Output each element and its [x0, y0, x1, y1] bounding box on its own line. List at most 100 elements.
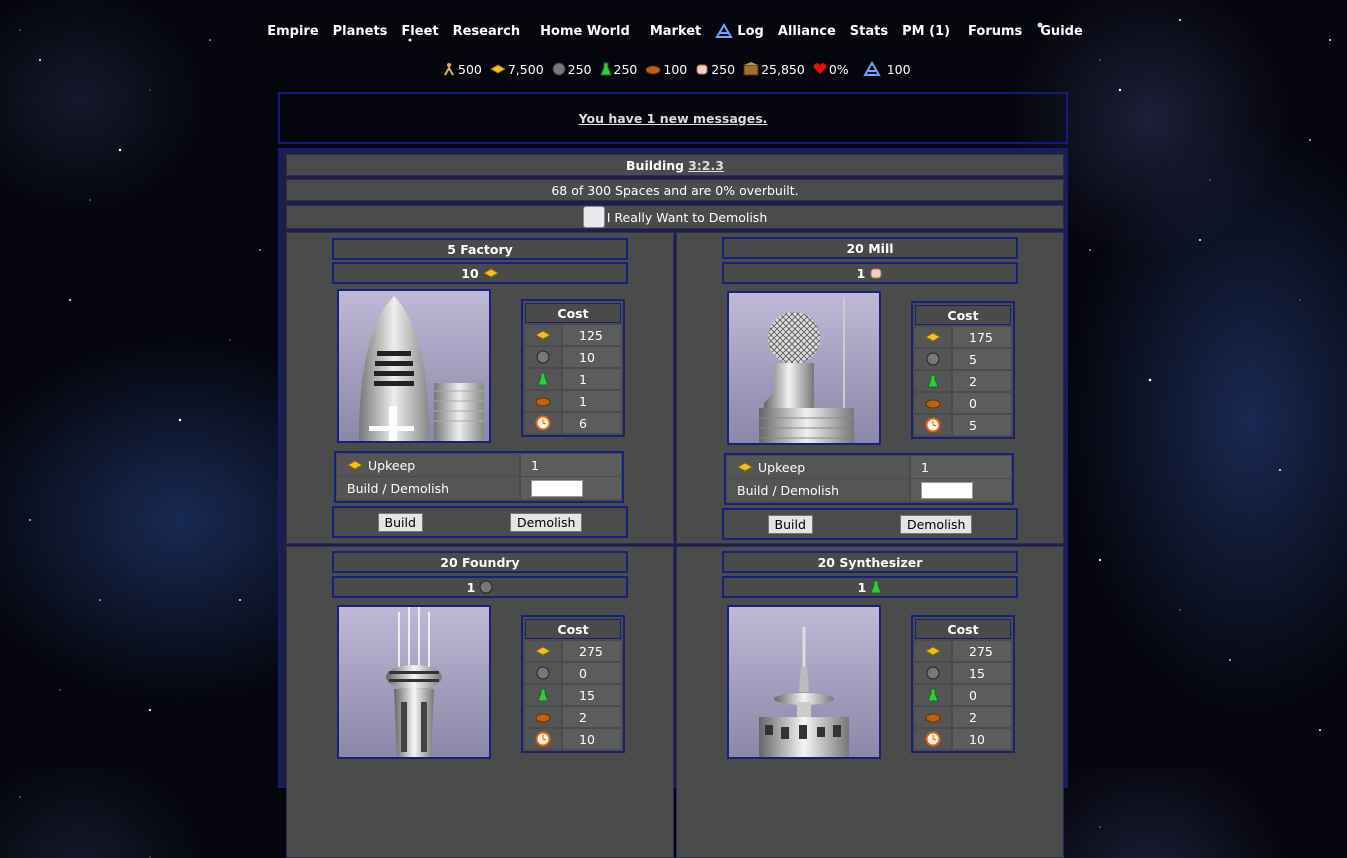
building-name: 20 Mill	[722, 237, 1018, 259]
build-demolish-input[interactable]	[921, 481, 973, 499]
foundry-image	[337, 605, 491, 759]
food-icon	[925, 399, 941, 409]
building-coords-link[interactable]: 3:2.3	[688, 158, 724, 173]
chemical-icon	[927, 688, 939, 702]
food-icon	[535, 397, 551, 407]
cost-row-food: 2	[525, 707, 621, 727]
resource-storage: 25,850	[743, 62, 805, 77]
credits-icon	[535, 646, 551, 656]
credits-icon	[737, 462, 753, 472]
cost-row-ore: 5	[915, 349, 1011, 369]
credits-icon	[347, 460, 363, 470]
building-produce: 1	[332, 576, 628, 598]
ore-icon	[926, 352, 940, 366]
nav-home-world[interactable]: Home World	[533, 16, 637, 46]
cost-table: Cost 175 5 2 0 5	[911, 301, 1015, 439]
building-card-factory: 5 Factory 10 Cost 125 10 1 1 6 Upkeep 1 B…	[286, 232, 674, 544]
build-demolish-label: Build / Demolish	[337, 477, 519, 499]
cost-row-credits: 275	[915, 641, 1011, 661]
synthesizer-image	[727, 605, 881, 759]
credits-icon	[489, 64, 506, 74]
ore-icon	[479, 580, 493, 594]
credits-icon	[482, 268, 499, 278]
build-demolish-label: Build / Demolish	[727, 479, 909, 501]
building-title-bar: Building 3:2.3	[286, 154, 1064, 176]
nav-alliance[interactable]: Alliance	[771, 16, 843, 46]
action-buttons: Build Demolish	[722, 508, 1018, 540]
nav-stats[interactable]: Stats	[843, 16, 895, 46]
spaces-text: 68 of 300 Spaces and are 0% overbuilt.	[551, 182, 799, 198]
nav-log-label: Log	[737, 23, 764, 39]
upkeep-label: Upkeep	[368, 457, 416, 473]
cost-row-time: 10	[525, 729, 621, 749]
nav-research[interactable]: Research	[446, 16, 528, 46]
material-icon	[696, 64, 708, 75]
storage-icon	[743, 62, 759, 76]
chemical-icon	[537, 372, 549, 386]
building-name: 20 Synthesizer	[722, 551, 1018, 573]
build-button[interactable]: Build	[767, 514, 813, 534]
nav-fleet[interactable]: Fleet	[394, 16, 445, 46]
cost-row-chemical: 0	[915, 685, 1011, 705]
cost-row-food: 1	[525, 391, 621, 411]
new-messages-link[interactable]: You have 1 new messages.	[579, 111, 768, 126]
cost-header: Cost	[915, 619, 1011, 639]
demolish-button[interactable]: Demolish	[899, 514, 973, 534]
resource-chemical: 250	[599, 62, 637, 77]
nav-pm[interactable]: PM (1)	[895, 16, 957, 46]
nav-empire[interactable]: Empire	[260, 16, 325, 46]
resource-credits: 7,500	[489, 62, 544, 77]
foundry-tower-illustration	[386, 607, 442, 757]
action-buttons: Build Demolish	[332, 506, 628, 538]
cost-row-credits: 125	[525, 325, 621, 345]
building-produce: 10	[332, 262, 628, 284]
synthesizer-tower-illustration	[759, 627, 849, 757]
chemical-icon	[927, 374, 939, 388]
clock-icon	[535, 415, 551, 431]
factory-tower-illustration	[359, 296, 484, 441]
demolish-bar: I Really Want to Demolish	[286, 205, 1064, 229]
nav-guide[interactable]: Guide	[1033, 16, 1090, 46]
resource-ore: 250	[552, 62, 592, 77]
cost-header: Cost	[525, 303, 621, 323]
population-icon	[444, 63, 454, 76]
fleet-icon	[862, 61, 881, 76]
credits-icon	[925, 332, 941, 342]
ore-icon	[926, 666, 940, 680]
credits-icon	[535, 330, 551, 340]
demolish-checkbox[interactable]	[582, 206, 605, 228]
building-card-mill: 20 Mill 1 Cost 175 5 2 0 5 Upkeep 1 Build…	[676, 232, 1064, 544]
resource-food: 100	[645, 62, 687, 77]
nav-market[interactable]: Market	[643, 16, 708, 46]
clock-icon	[925, 731, 941, 747]
building-title: Building	[626, 157, 685, 173]
resource-bar: 500 7,500 250 250 100 250 25,850 0% 100	[442, 61, 911, 77]
upkeep-table: Upkeep 1 Build / Demolish	[724, 453, 1014, 505]
cost-row-credits: 275	[525, 641, 621, 661]
resource-happiness: 0%	[813, 62, 849, 77]
spaces-bar: 68 of 300 Spaces and are 0% overbuilt.	[286, 179, 1064, 201]
ore-icon	[552, 62, 566, 76]
build-demolish-input[interactable]	[531, 479, 583, 497]
cost-table: Cost 125 10 1 1 6	[521, 299, 625, 437]
build-button[interactable]: Build	[377, 512, 423, 532]
credits-icon	[925, 646, 941, 656]
nav-forums[interactable]: Forums	[961, 16, 1029, 46]
nav-planets[interactable]: Planets	[326, 16, 395, 46]
building-panel: Building 3:2.3 68 of 300 Spaces and are …	[278, 148, 1068, 858]
cost-row-time: 10	[915, 729, 1011, 749]
message-notice: You have 1 new messages.	[278, 92, 1068, 144]
nav-log[interactable]: Log	[708, 16, 771, 46]
upkeep-table: Upkeep 1 Build / Demolish	[334, 451, 624, 503]
clock-icon	[925, 417, 941, 433]
upkeep-value: 1	[521, 454, 621, 476]
cost-table: Cost 275 15 0 2 10	[911, 615, 1015, 753]
cost-row-food: 2	[915, 707, 1011, 727]
ore-icon	[536, 350, 550, 364]
cost-header: Cost	[525, 619, 621, 639]
demolish-button[interactable]: Demolish	[509, 512, 583, 532]
food-icon	[645, 65, 661, 75]
cost-row-ore: 15	[915, 663, 1011, 683]
cost-row-chemical: 2	[915, 371, 1011, 391]
chemical-icon	[537, 688, 549, 702]
